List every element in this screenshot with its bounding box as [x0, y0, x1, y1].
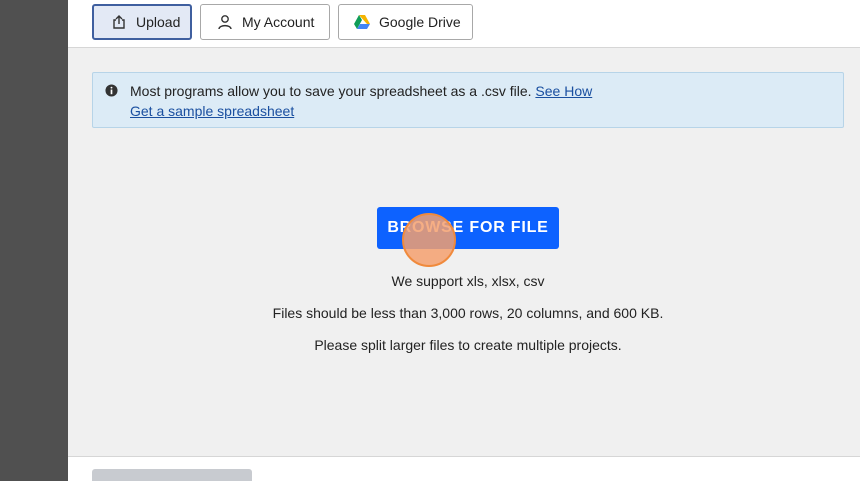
info-icon	[105, 84, 118, 97]
info-message: Most programs allow you to save your spr…	[130, 83, 532, 99]
page: Upload My Account Google Drive Most prog…	[0, 0, 860, 481]
person-icon	[216, 13, 234, 31]
see-how-link[interactable]: See How	[535, 83, 592, 99]
info-message-line: Most programs allow you to save your spr…	[130, 83, 592, 99]
upload-icon	[110, 13, 128, 31]
file-limits-text: Files should be less than 3,000 rows, 20…	[272, 305, 664, 321]
footer-bar	[68, 456, 860, 481]
supported-formats-text: We support xls, xlsx, csv	[391, 273, 545, 289]
sample-spreadsheet-link[interactable]: Get a sample spreadsheet	[130, 103, 294, 119]
left-sidebar	[0, 0, 68, 481]
upload-panel: Upload My Account Google Drive Most prog…	[68, 0, 860, 481]
csv-info-banner: Most programs allow you to save your spr…	[92, 72, 844, 128]
sample-link-line: Get a sample spreadsheet	[130, 103, 294, 119]
tab-google-drive[interactable]: Google Drive	[338, 4, 473, 40]
source-tab-bar: Upload My Account Google Drive	[68, 0, 860, 48]
browse-for-file-button[interactable]: BROWSE FOR FILE	[377, 207, 559, 249]
tab-upload[interactable]: Upload	[92, 4, 192, 40]
google-drive-icon	[353, 13, 371, 31]
tab-my-account[interactable]: My Account	[200, 4, 330, 40]
footer-button[interactable]	[92, 469, 252, 481]
tab-google-drive-label: Google Drive	[379, 14, 461, 30]
tab-my-account-label: My Account	[242, 14, 315, 30]
tab-upload-label: Upload	[136, 14, 181, 30]
split-files-text: Please split larger files to create mult…	[314, 337, 622, 353]
